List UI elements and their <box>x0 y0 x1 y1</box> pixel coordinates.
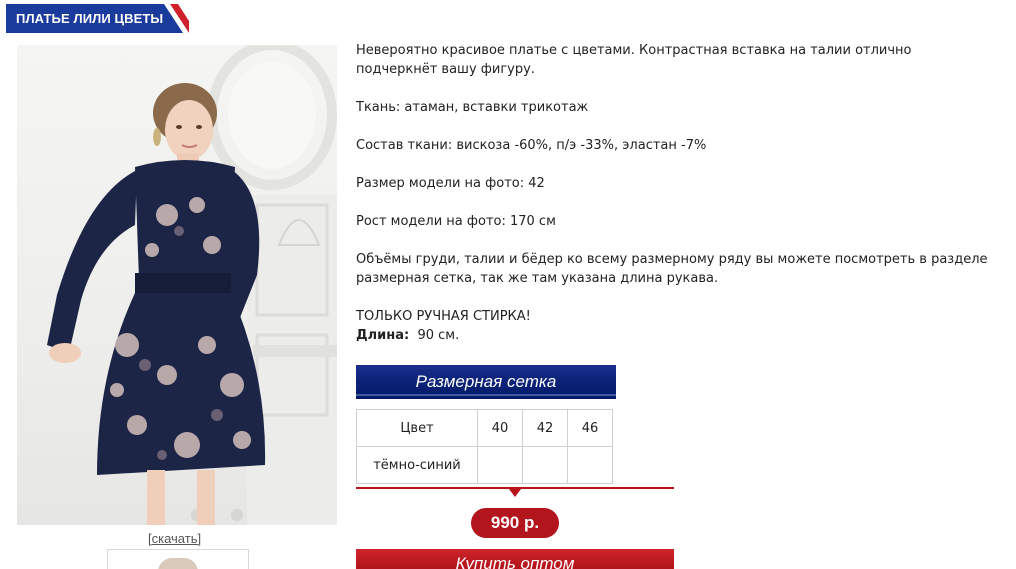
table-row: тёмно-синий <box>356 446 613 484</box>
description-composition: Состав ткани: вискоза -60%, п/э -33%, эл… <box>356 138 707 153</box>
size-header-40: 40 <box>477 409 523 447</box>
description-model-size: Размер модели на фото: 42 <box>356 176 545 191</box>
dress-photo-illustration <box>47 45 337 525</box>
product-title-tag: ПЛАТЬЕ ЛИЛИ ЦВЕТЫ <box>6 4 189 33</box>
download-link[interactable]: [скачать] <box>148 531 201 546</box>
thumbnail[interactable] <box>107 549 249 569</box>
description-intro: Невероятно красивое платье с цветами. Ко… <box>356 43 912 77</box>
color-cell: тёмно-синий <box>356 446 478 484</box>
description-measurements: Объёмы груди, талии и бёдер ко всему раз… <box>356 252 988 286</box>
description-fabric: Ткань: атаман, вставки трикотаж <box>356 100 589 115</box>
quantity-cell-40[interactable] <box>477 446 523 484</box>
product-title: ПЛАТЬЕ ЛИЛИ ЦВЕТЫ <box>16 11 164 26</box>
thumbnail-image <box>158 558 198 569</box>
quantity-cell-46[interactable] <box>567 446 613 484</box>
description-care: ТОЛЬКО РУЧНАЯ СТИРКА! <box>356 309 531 324</box>
table-header-row: Цвет 40 42 46 <box>356 409 613 447</box>
size-chart-button[interactable]: Размерная сетка <box>356 365 616 399</box>
buy-button-label: Купить оптом <box>455 554 575 569</box>
description-length: Длина: 90 см. <box>356 326 996 345</box>
product-description: Невероятно красивое платье с цветами. Ко… <box>356 41 996 345</box>
quantity-cell-42[interactable] <box>522 446 568 484</box>
size-header-42: 42 <box>522 409 568 447</box>
length-label: Длина: <box>356 328 410 343</box>
color-header: Цвет <box>356 409 478 447</box>
price-arrow-icon <box>509 489 521 497</box>
product-page: ПЛАТЬЕ ЛИЛИ ЦВЕТЫ [скачать] Невероятно к… <box>0 0 1016 569</box>
product-photo[interactable] <box>17 45 337 525</box>
length-value: 90 см. <box>417 328 460 343</box>
description-model-height: Рост модели на фото: 170 см <box>356 214 556 229</box>
price-badge: 990 р. <box>471 508 559 538</box>
buy-wholesale-button[interactable]: Купить оптом <box>356 549 674 569</box>
size-header-46: 46 <box>567 409 613 447</box>
sizes-table: Цвет 40 42 46 тёмно-синий <box>356 409 613 484</box>
